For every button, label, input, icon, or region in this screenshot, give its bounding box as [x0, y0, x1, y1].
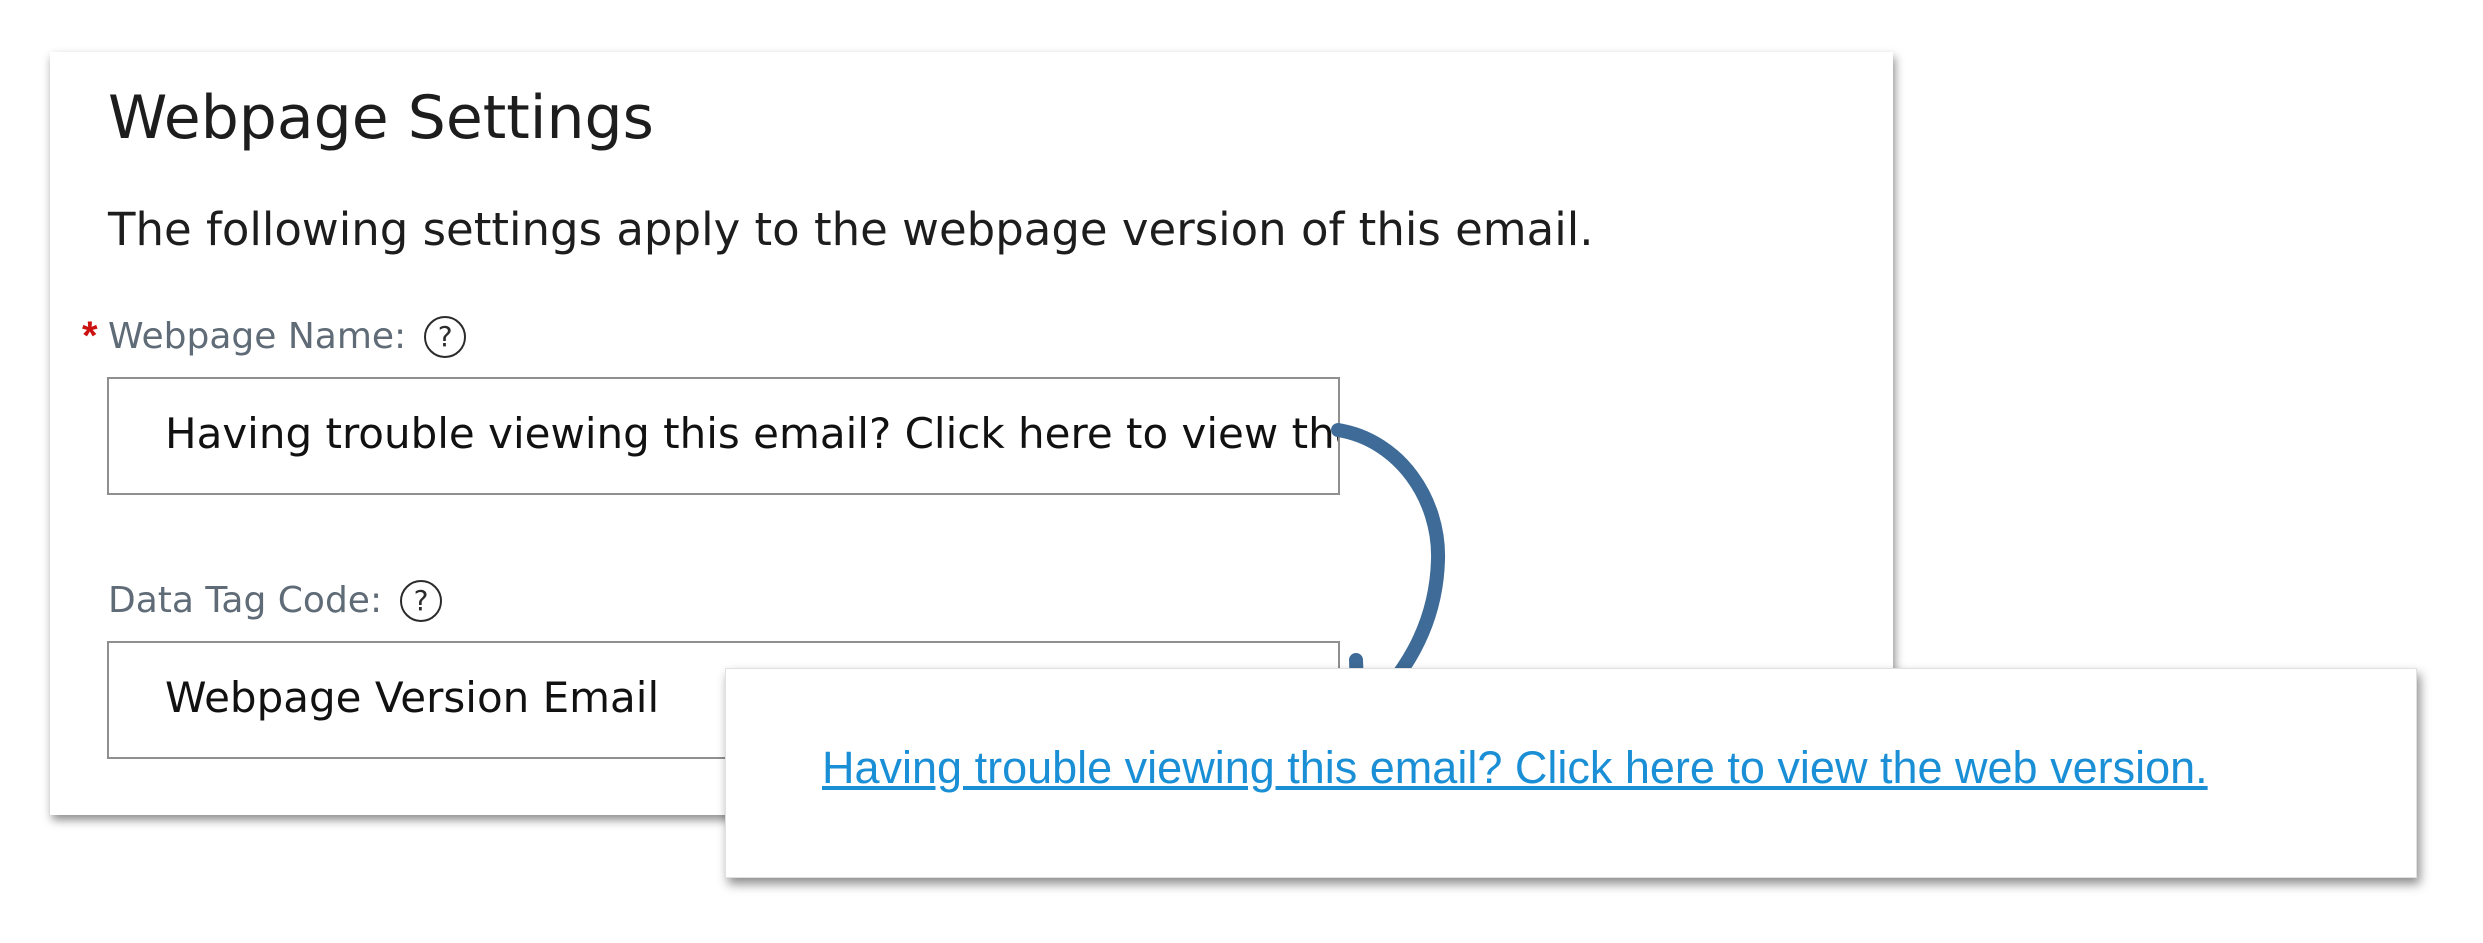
screenshot-stage: Webpage Settings The following settings … [0, 0, 2483, 943]
data-tag-code-label: Data Tag Code: ? [108, 580, 443, 622]
data-tag-code-value: Webpage Version Email [165, 673, 660, 722]
webpage-name-label: Webpage Name: ? [108, 316, 467, 358]
help-circle-icon[interactable]: ? [400, 580, 443, 622]
required-asterisk: * [82, 314, 98, 358]
help-circle-icon[interactable]: ? [424, 316, 467, 358]
page-title: Webpage Settings [108, 83, 654, 153]
settings-description: The following settings apply to the webp… [108, 203, 1594, 256]
webpage-name-value: Having trouble viewing this email? Click… [165, 409, 1338, 458]
webpage-name-field[interactable]: Having trouble viewing this email? Click… [107, 377, 1340, 495]
data-tag-code-label-text: Data Tag Code: [108, 580, 383, 621]
view-web-version-link[interactable]: Having trouble viewing this email? Click… [822, 745, 2208, 790]
web-version-preview: Having trouble viewing this email? Click… [725, 668, 2417, 878]
webpage-name-label-text: Webpage Name: [108, 316, 407, 357]
